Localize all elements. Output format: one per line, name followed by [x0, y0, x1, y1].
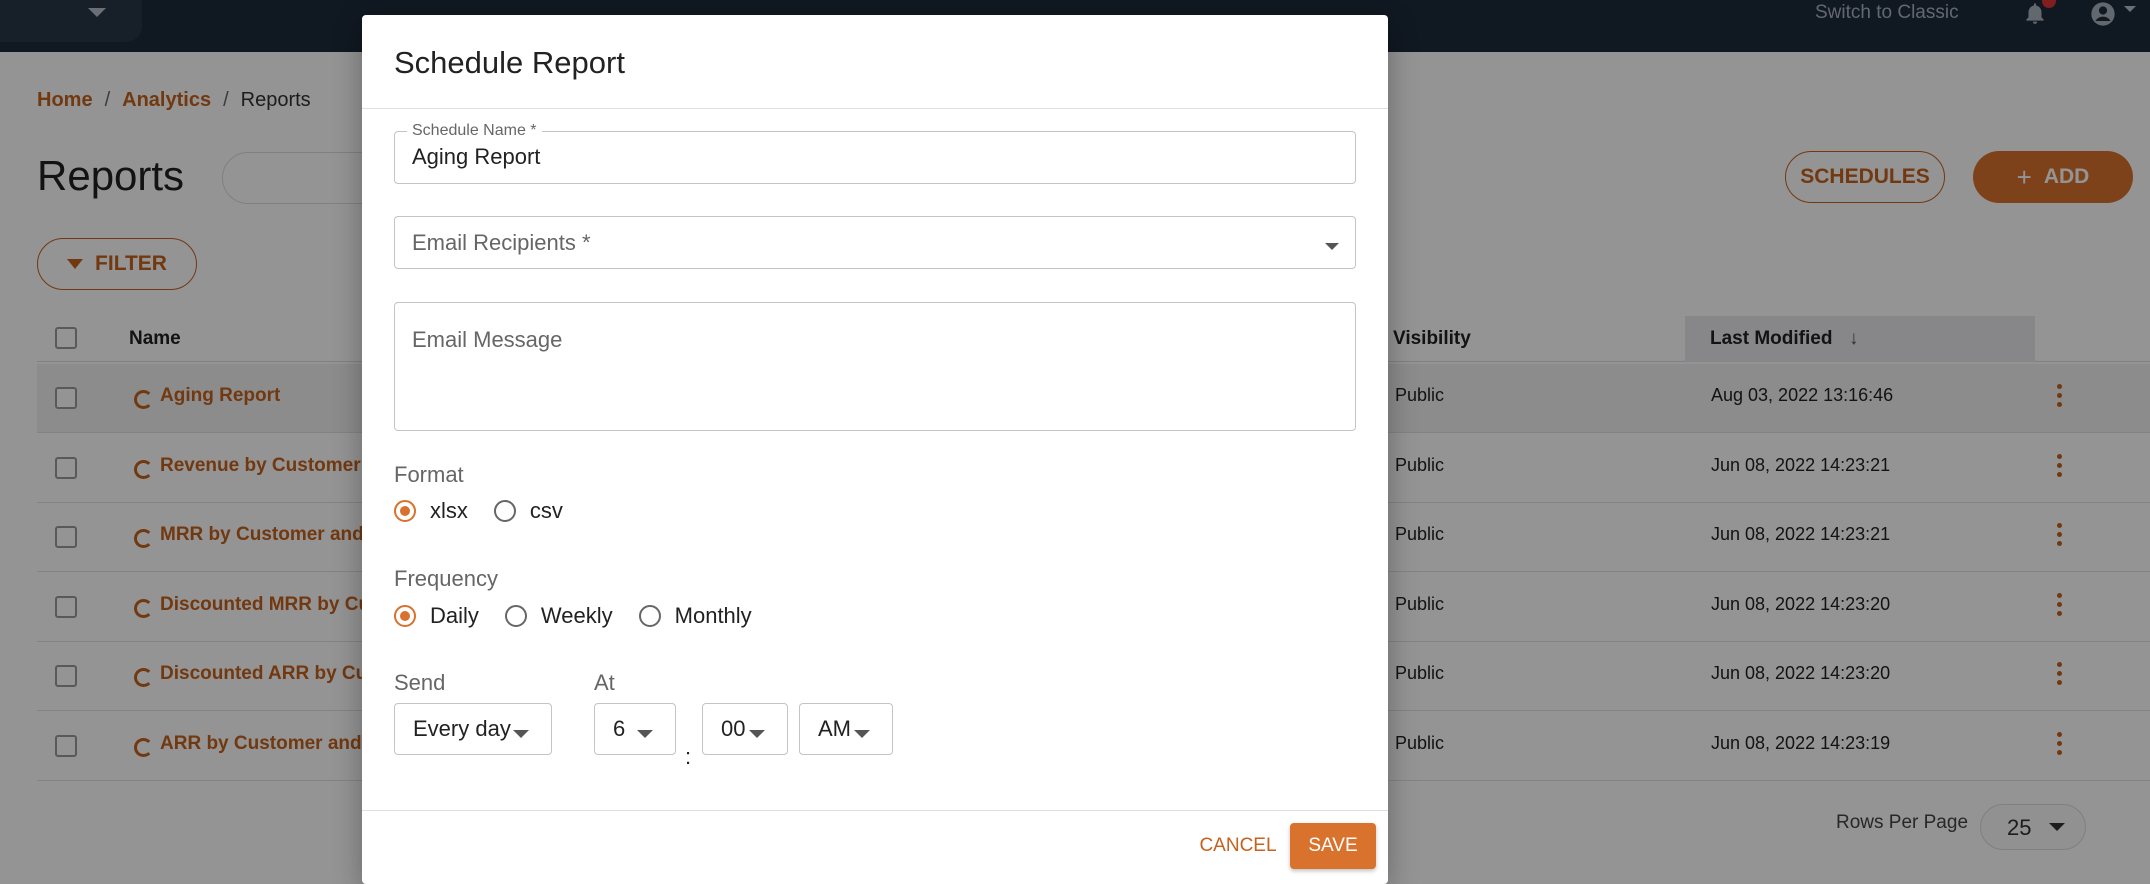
divider	[362, 810, 1388, 811]
send-label: Send	[394, 670, 446, 695]
chevron-down-icon	[854, 730, 870, 738]
dialog-title: Schedule Report	[394, 45, 625, 80]
frequency-monthly-label[interactable]: Monthly	[675, 603, 752, 629]
schedule-report-dialog: Schedule Report Schedule Name * Aging Re…	[362, 15, 1388, 884]
divider	[362, 108, 1388, 109]
schedule-name-value: Aging Report	[412, 144, 541, 169]
frequency-weekly-radio[interactable]	[504, 605, 527, 627]
frequency-label: Frequency	[394, 566, 498, 591]
minute-value: 00	[721, 716, 746, 741]
email-message-placeholder: Email Message	[412, 327, 563, 352]
format-xlsx-radio[interactable]	[394, 500, 416, 522]
time-separator: :	[685, 744, 692, 769]
format-radio-group: xlsx csv	[394, 498, 589, 524]
ampm-value: AM	[818, 716, 851, 741]
frequency-monthly-radio[interactable]	[638, 605, 661, 627]
at-label: At	[594, 670, 615, 695]
hour-value: 6	[613, 716, 626, 741]
frequency-radio-group: Daily Weekly Monthly	[394, 603, 778, 629]
chevron-down-icon	[1325, 243, 1339, 250]
format-label: Format	[394, 462, 464, 487]
hour-select[interactable]: 6	[594, 703, 676, 755]
cancel-button[interactable]: CANCEL	[1194, 823, 1282, 869]
email-recipients-placeholder: Email Recipients *	[412, 230, 591, 255]
format-csv-radio[interactable]	[493, 500, 516, 522]
chevron-down-icon	[513, 730, 529, 738]
frequency-weekly-label[interactable]: Weekly	[541, 603, 613, 629]
send-value: Every day	[413, 716, 511, 741]
save-button[interactable]: SAVE	[1290, 823, 1376, 869]
email-message-field[interactable]: Email Message	[394, 302, 1356, 431]
chevron-down-icon	[637, 730, 653, 738]
frequency-daily-label[interactable]: Daily	[430, 603, 479, 629]
ampm-select[interactable]: AM	[799, 703, 893, 755]
format-csv-label[interactable]: csv	[530, 498, 563, 524]
frequency-daily-radio[interactable]	[394, 605, 416, 627]
chevron-down-icon	[749, 730, 765, 738]
format-xlsx-label[interactable]: xlsx	[430, 498, 468, 524]
email-recipients-select[interactable]: Email Recipients *	[394, 216, 1356, 269]
schedule-name-label: Schedule Name *	[407, 122, 542, 140]
schedule-name-field[interactable]: Schedule Name * Aging Report	[394, 122, 1356, 184]
send-select[interactable]: Every day	[394, 703, 552, 755]
minute-select[interactable]: 00	[702, 703, 788, 755]
